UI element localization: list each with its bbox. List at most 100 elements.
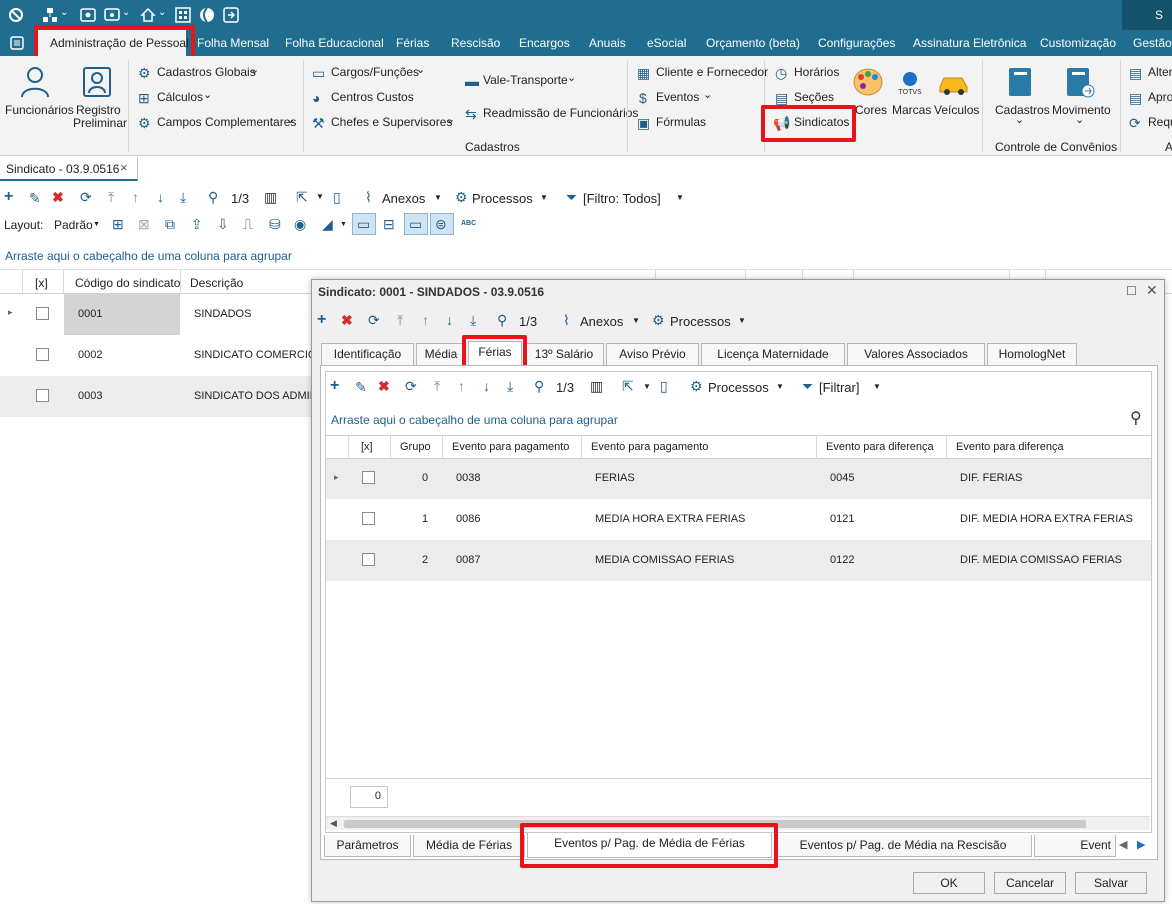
save-layout-icon[interactable]: ⧉	[165, 217, 175, 231]
tab-13-salario[interactable]: 13º Salário	[524, 343, 604, 365]
chefes-item[interactable]: Chefes e Supervisores	[331, 115, 452, 129]
tab-media-ferias[interactable]: Média de Férias	[413, 835, 525, 857]
cores-label[interactable]: Cores	[855, 103, 887, 117]
dropdown-arrow-icon[interactable]: ▼	[738, 316, 746, 325]
first-record-icon[interactable]: ⤒	[397, 313, 403, 327]
export-icon[interactable]: ⇱	[296, 190, 308, 204]
scroll-left-icon[interactable]: ◀	[330, 818, 337, 829]
tab-valores-associados[interactable]: Valores Associados	[847, 343, 985, 365]
chevron-down-icon[interactable]: ⌄	[446, 113, 455, 126]
column-header-evento-diferenca-desc[interactable]: Evento para diferença	[956, 441, 1064, 453]
dropdown-arrow-icon[interactable]: ▼	[632, 316, 640, 325]
add-layout-icon[interactable]: ⊞	[112, 217, 124, 231]
upload-icon[interactable]: ⇪	[191, 217, 203, 231]
abc-icon[interactable]: ABC	[461, 220, 476, 227]
campos-complementares-item[interactable]: Campos Complementares	[157, 115, 296, 129]
dropdown-arrow-icon[interactable]: ▼	[93, 221, 100, 228]
inner-processos-menu[interactable]: Processos	[708, 380, 769, 395]
table-row[interactable]: 0002 SINDICATO COMERCIO	[0, 335, 320, 376]
previous-record-icon[interactable]: ↑	[132, 190, 139, 204]
search-icon[interactable]: ⚲	[497, 313, 507, 327]
dropdown-arrow-icon[interactable]: ▼	[316, 192, 324, 201]
document-icon[interactable]: ▯	[333, 190, 341, 204]
paint-icon[interactable]: ⎍	[243, 217, 253, 231]
employee-icon[interactable]	[20, 66, 50, 98]
processos-menu[interactable]: Processos	[472, 191, 533, 206]
sindicatos-item[interactable]: Sindicatos	[794, 115, 849, 129]
tab-licenca-maternidade[interactable]: Licença Maternidade	[701, 343, 845, 365]
brand-logo-icon[interactable]: TOTVS	[895, 70, 925, 96]
search-icon[interactable]: ⚲	[534, 379, 544, 393]
tab-scroll-right-icon[interactable]: ▶	[1137, 838, 1145, 851]
column-header-select[interactable]: [x]	[361, 441, 373, 453]
tab-eventos-truncated[interactable]: Event	[1034, 835, 1116, 857]
car-icon[interactable]	[937, 70, 971, 96]
anexos-menu[interactable]: Anexos	[382, 191, 425, 206]
funcionarios-label[interactable]: Funcionários	[5, 103, 74, 117]
menu-orcamento[interactable]: Orçamento (beta)	[706, 36, 800, 50]
edit-icon[interactable]: ✎	[355, 380, 367, 394]
veiculos-label[interactable]: Veículos	[934, 103, 979, 117]
chevron-down-icon[interactable]: ⌄	[1015, 113, 1024, 126]
dropdown-arrow-icon[interactable]: ▼	[340, 221, 347, 228]
export-icon[interactable]: ⇱	[622, 379, 634, 393]
dropdown-arrow-icon[interactable]: ▼	[776, 382, 784, 391]
delete-icon[interactable]: ✖	[341, 313, 353, 327]
menu-assinatura[interactable]: Assinatura Eletrônica	[913, 36, 1026, 50]
previous-record-icon[interactable]: ↑	[422, 313, 429, 327]
refresh-icon[interactable]: ⟳	[80, 190, 92, 204]
chevron-down-icon[interactable]: ⌄	[203, 88, 212, 101]
preliminar-label[interactable]: Preliminar	[73, 116, 127, 130]
row-checkbox[interactable]	[362, 471, 375, 484]
table-row[interactable]: 1 0086 MEDIA HORA EXTRA FERIAS 0121 DIF.…	[326, 499, 1151, 540]
vale-transporte-item[interactable]: Vale-Transporte	[483, 73, 568, 87]
requ-item[interactable]: Requ	[1148, 115, 1172, 129]
dropdown-arrow-icon[interactable]: ▼	[643, 382, 651, 391]
last-record-icon[interactable]: ⤓	[470, 313, 476, 327]
gear-icon[interactable]: ⚙	[652, 313, 665, 327]
delete-icon[interactable]: ✖	[378, 379, 390, 393]
menu-configuracoes[interactable]: Configurações	[818, 36, 895, 50]
column-header-grupo[interactable]: Grupo	[400, 441, 431, 453]
tab-scroll-left-icon[interactable]: ◀	[1119, 838, 1127, 851]
table-row[interactable]: 0003 SINDICATO DOS ADMIN	[0, 376, 320, 417]
color-icon[interactable]: ◉	[294, 217, 306, 231]
globe-icon[interactable]	[199, 7, 215, 23]
column-header-descricao[interactable]: Descrição	[190, 276, 243, 290]
edit-icon[interactable]: ✎	[29, 191, 41, 205]
dialog-anexos-menu[interactable]: Anexos	[580, 314, 623, 329]
next-record-icon[interactable]: ↓	[483, 379, 490, 393]
cliente-fornecedor-item[interactable]: Cliente e Fornecedor	[656, 65, 768, 79]
chevron-down-icon[interactable]: ⌄	[286, 113, 295, 126]
refresh-icon[interactable]: ⟳	[368, 313, 380, 327]
table-row[interactable]: ▸ 0001 SINDADOS	[0, 294, 320, 335]
attachment-icon[interactable]: ⌇	[563, 313, 570, 327]
menu-anuais[interactable]: Anuais	[589, 36, 626, 50]
row-checkbox[interactable]	[36, 307, 49, 320]
row-checkbox[interactable]	[362, 512, 375, 525]
gear-icon[interactable]: ⚙	[455, 190, 468, 204]
chevron-down-icon[interactable]: ⌄	[416, 63, 425, 76]
registro-label[interactable]: Registro	[76, 103, 121, 117]
menu-gestao[interactable]: Gestão	[1133, 36, 1172, 50]
calculos-item[interactable]: Cálculos	[157, 90, 203, 104]
tab-eventos-pag-media-rescisao[interactable]: Eventos p/ Pag. de Média na Rescisão	[774, 835, 1032, 857]
cancel-button[interactable]: Cancelar	[994, 872, 1066, 894]
column-header-evento-pagamento-codigo[interactable]: Evento para pagamento	[452, 441, 569, 453]
apro-item[interactable]: Apro	[1148, 90, 1172, 104]
horarios-item[interactable]: Horários	[794, 65, 839, 79]
gear-icon[interactable]: ⚙	[690, 379, 703, 393]
secoes-item[interactable]: Seções	[794, 90, 834, 104]
menu-folha-mensal[interactable]: Folha Mensal	[197, 36, 269, 50]
menu-esocial[interactable]: eSocial	[647, 36, 686, 50]
scroll-thumb[interactable]	[344, 820, 1086, 828]
view-toggle-1[interactable]: ▭	[352, 213, 376, 235]
inner-filter-menu[interactable]: [Filtrar]	[819, 380, 859, 395]
search-icon[interactable]: ⚲	[1130, 408, 1142, 428]
chevron-down-icon[interactable]: ⌄	[122, 7, 130, 18]
home-icon[interactable]	[140, 7, 156, 23]
first-record-icon[interactable]: ⤒	[108, 190, 114, 204]
menu-ferias[interactable]: Férias	[396, 36, 429, 50]
document-icon[interactable]: ▯	[660, 379, 668, 393]
cargos-item[interactable]: Cargos/Funções	[331, 65, 419, 79]
